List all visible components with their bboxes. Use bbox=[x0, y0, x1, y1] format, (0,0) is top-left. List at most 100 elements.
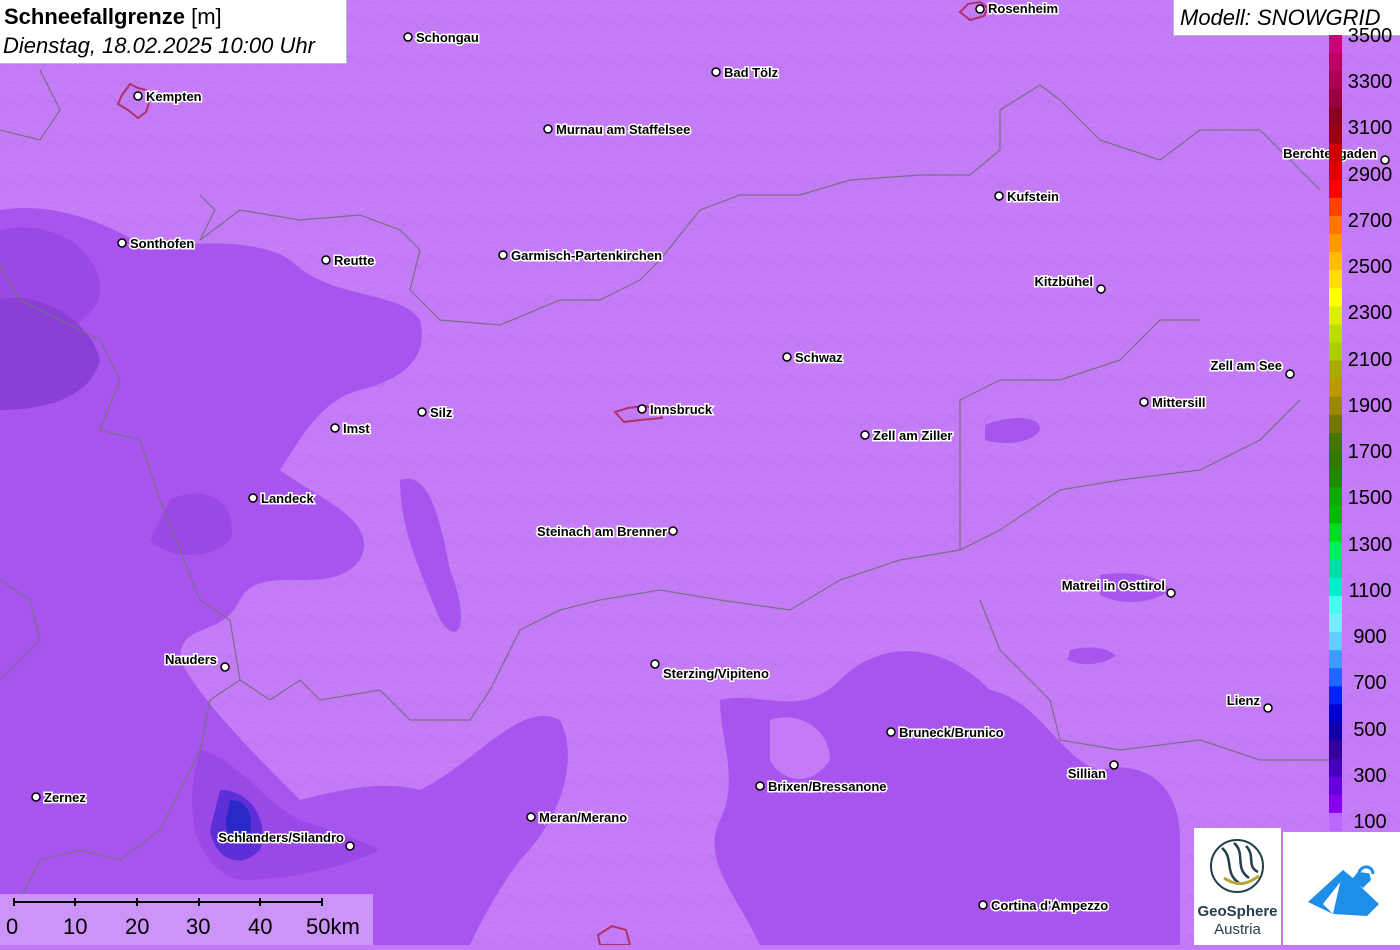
city-marker-icon bbox=[321, 255, 331, 265]
legend-swatch bbox=[1329, 523, 1342, 543]
legend-label-300: 300 bbox=[1353, 764, 1387, 787]
map-title: Schneefallgrenze [m] bbox=[4, 4, 222, 30]
city-marker-icon bbox=[1285, 369, 1295, 379]
city-label: Kitzbühel bbox=[1035, 274, 1094, 289]
legend-swatch bbox=[1329, 632, 1342, 651]
legend-swatch bbox=[1329, 433, 1342, 452]
city-marker-icon bbox=[117, 238, 127, 248]
city-label: Meran/Merano bbox=[539, 810, 627, 825]
legend-label-900: 900 bbox=[1353, 626, 1387, 649]
legend-swatch bbox=[1329, 107, 1342, 126]
geosphere-logo[interactable]: GeoSphere Austria bbox=[1194, 828, 1281, 945]
city-label: Sillian bbox=[1068, 766, 1106, 781]
city-zell-am-ziller[interactable]: Zell am Ziller bbox=[860, 427, 954, 445]
city-meran-merano[interactable]: Meran/Merano bbox=[526, 809, 629, 827]
city-marker-icon bbox=[345, 841, 355, 851]
city-marker-icon bbox=[782, 352, 792, 362]
scale-tick-20: 20 bbox=[125, 914, 150, 939]
legend-swatch bbox=[1329, 234, 1342, 253]
legend-swatch bbox=[1329, 758, 1342, 778]
city-marker-icon bbox=[1096, 284, 1106, 294]
legend-swatch bbox=[1329, 71, 1342, 90]
legend-swatch bbox=[1329, 812, 1342, 831]
legend-swatch bbox=[1329, 324, 1342, 344]
city-rosenheim[interactable]: Rosenheim bbox=[975, 0, 1060, 18]
city-marker-icon bbox=[220, 662, 230, 672]
legend-colorbar bbox=[1329, 35, 1342, 831]
city-label: Cortina d'Ampezzo bbox=[991, 898, 1108, 913]
legend-swatch bbox=[1329, 143, 1342, 163]
scale-tick-10: 10 bbox=[63, 914, 88, 939]
city-label: Innsbruck bbox=[650, 402, 713, 417]
legend-swatch bbox=[1329, 161, 1342, 181]
city-label: Nauders bbox=[165, 652, 217, 667]
city-bruneck-brunico[interactable]: Bruneck/Brunico bbox=[886, 724, 1005, 742]
city-label: Bad Tölz bbox=[724, 65, 779, 80]
legend-swatch bbox=[1329, 469, 1342, 488]
legend-swatch bbox=[1329, 414, 1342, 434]
city-cortina-d-ampezzo[interactable]: Cortina d'Ampezzo bbox=[978, 897, 1110, 915]
geosphere-logo-line1: GeoSphere bbox=[1197, 903, 1278, 920]
city-label: Kempten bbox=[146, 89, 202, 104]
city-marker-icon bbox=[650, 659, 660, 669]
title-unit: [m] bbox=[191, 4, 222, 29]
city-marker-icon bbox=[1166, 588, 1176, 598]
legend-swatch bbox=[1329, 360, 1342, 380]
city-label: Garmisch-Partenkirchen bbox=[511, 248, 662, 263]
snowgrid-logo[interactable] bbox=[1283, 832, 1400, 945]
legend-swatch bbox=[1329, 215, 1342, 235]
city-label: Bruneck/Brunico bbox=[899, 725, 1004, 740]
city-innsbruck[interactable]: Innsbruck bbox=[637, 401, 714, 419]
legend-swatch bbox=[1329, 179, 1342, 199]
city-label: Zernez bbox=[44, 790, 86, 805]
city-label: Mittersill bbox=[1152, 395, 1205, 410]
snowgrid-mountain-icon bbox=[1308, 865, 1379, 916]
legend-label-3300: 3300 bbox=[1347, 71, 1393, 94]
city-label: Lienz bbox=[1227, 693, 1261, 708]
city-marker-icon bbox=[637, 404, 647, 414]
city-label: Schongau bbox=[416, 30, 479, 45]
city-marker-icon bbox=[994, 191, 1004, 201]
legend-swatch bbox=[1329, 505, 1342, 524]
scale-bar: 0 10 20 30 40 50km bbox=[0, 894, 373, 945]
legend-swatch bbox=[1329, 53, 1342, 72]
legend-label-3500: 3500 bbox=[1347, 25, 1393, 47]
city-label: Brixen/Bressanone bbox=[768, 779, 887, 794]
city-garmisch-partenkirchen[interactable]: Garmisch-Partenkirchen bbox=[498, 247, 664, 265]
legend-swatch bbox=[1329, 686, 1342, 705]
legend-swatch bbox=[1329, 270, 1342, 289]
title-text: Schneefallgrenze bbox=[4, 4, 185, 29]
legend-swatch bbox=[1329, 704, 1342, 723]
scale-tick-40: 40 bbox=[248, 914, 273, 939]
legend-label-1100: 1100 bbox=[1348, 579, 1392, 602]
city-label: Silz bbox=[430, 405, 453, 420]
legend-label-1900: 1900 bbox=[1347, 394, 1393, 417]
city-steinach-am-brenner[interactable]: Steinach am Brenner bbox=[535, 523, 678, 541]
city-marker-icon bbox=[978, 900, 988, 910]
city-murnau-am-staffelsee[interactable]: Murnau am Staffelsee bbox=[543, 121, 692, 139]
legend-swatch bbox=[1329, 378, 1342, 398]
city-label: Schlanders/Silandro bbox=[218, 830, 344, 845]
legend-swatch bbox=[1329, 451, 1342, 470]
map-date: Dienstag, 18.02.2025 10:00 Uhr bbox=[3, 33, 315, 58]
snowfall-line-map[interactable]: Schongau Rosenheim Kempten Bad Tölz Murnau a… bbox=[0, 0, 1400, 945]
legend-label-2700: 2700 bbox=[1347, 209, 1393, 232]
city-sonthofen[interactable]: Sonthofen bbox=[117, 235, 196, 253]
geosphere-logo-line2: Austria bbox=[1214, 921, 1261, 938]
city-brixen-bressanone[interactable]: Brixen/Bressanone bbox=[755, 778, 888, 796]
city-label: Landeck bbox=[261, 491, 315, 506]
city-marker-icon bbox=[498, 250, 508, 260]
legend-label-2100: 2100 bbox=[1347, 348, 1393, 371]
city-marker-icon bbox=[1109, 760, 1119, 770]
city-marker-icon bbox=[330, 423, 340, 433]
city-label: Sonthofen bbox=[130, 236, 194, 251]
city-label: Zell am See bbox=[1210, 358, 1282, 373]
city-marker-icon bbox=[1139, 397, 1149, 407]
city-schongau[interactable]: Schongau bbox=[403, 29, 480, 47]
city-marker-icon bbox=[755, 781, 765, 791]
legend-swatch bbox=[1329, 650, 1342, 669]
legend-swatch bbox=[1329, 776, 1342, 796]
city-marker-icon bbox=[711, 67, 721, 77]
legend-label-1300: 1300 bbox=[1347, 533, 1393, 556]
legend-swatch bbox=[1329, 396, 1342, 416]
